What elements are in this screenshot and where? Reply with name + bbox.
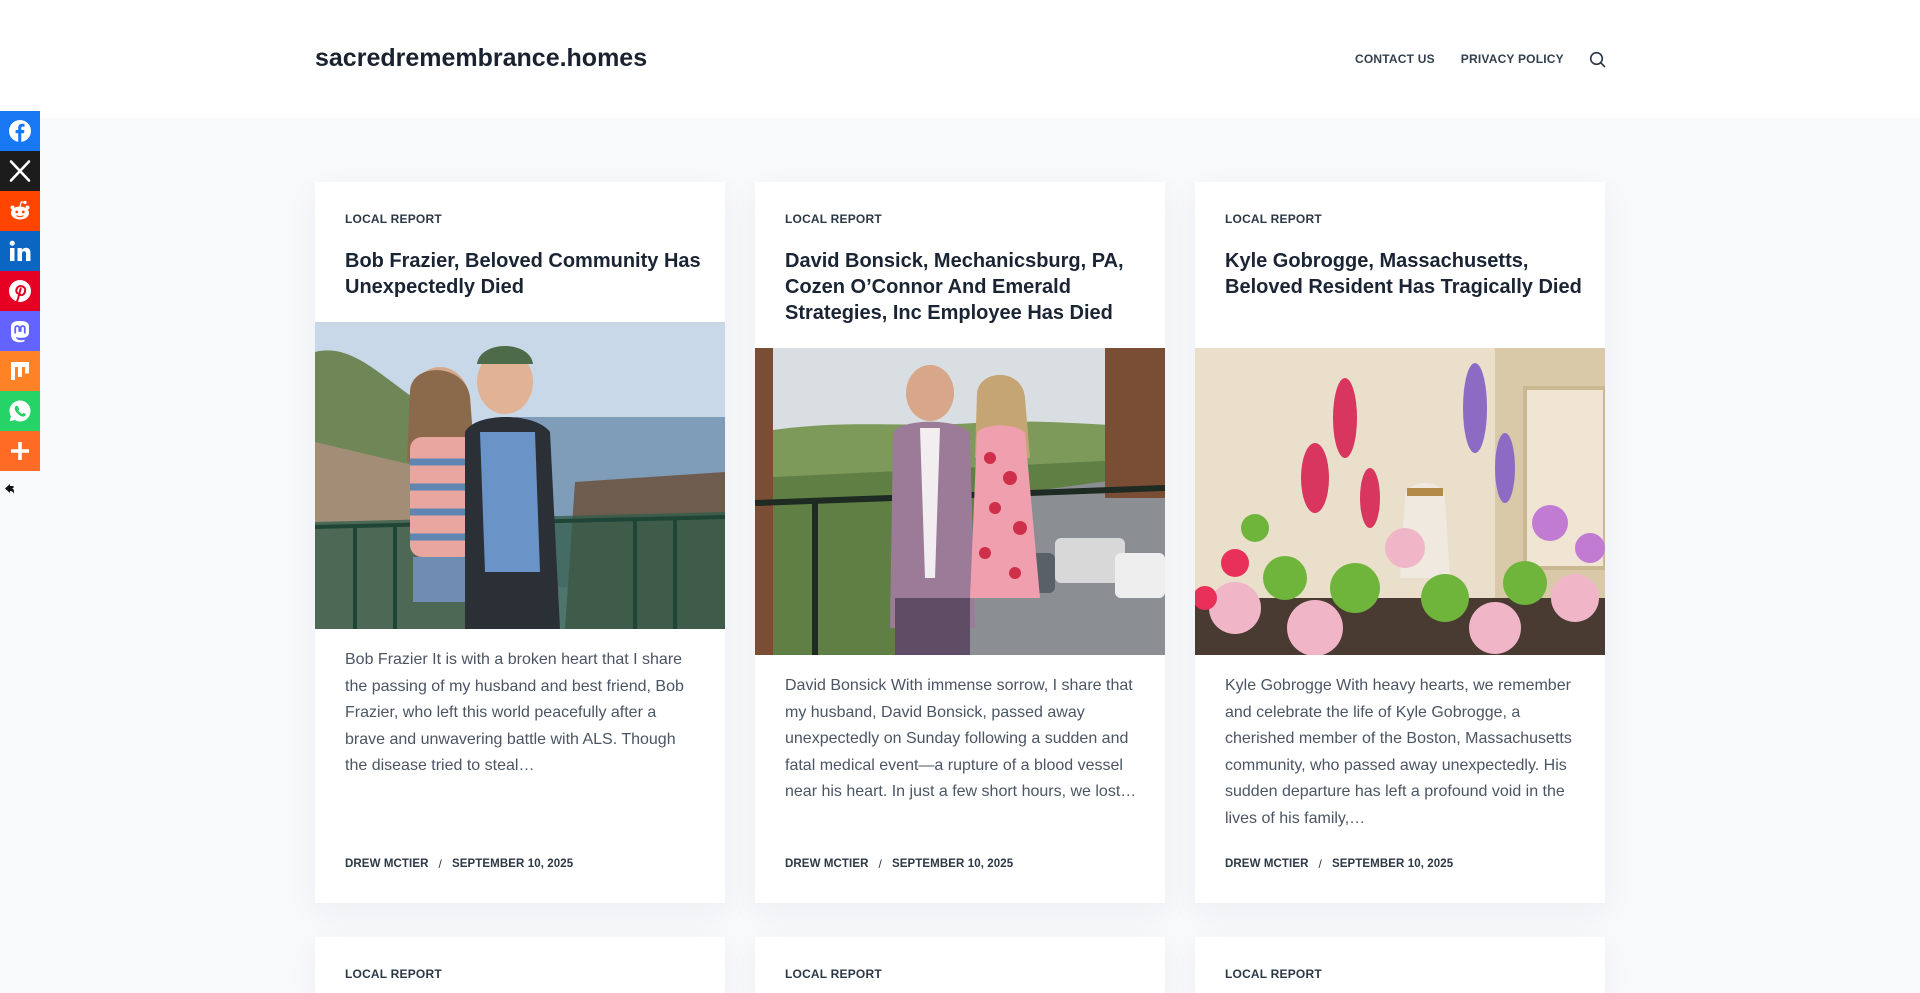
site-title[interactable]: sacredremembrance.homes <box>315 44 647 73</box>
post-title[interactable]: David Bonsick, Mechanicsburg, PA, Cozen … <box>785 248 1145 326</box>
post-meta: DREW MCTIER / SEPTEMBER 10, 2025 <box>345 857 573 871</box>
reddit-icon <box>10 200 30 220</box>
linkedin-icon <box>9 240 31 261</box>
post-title[interactable]: Kyle Gobrogge, Massachusetts, Beloved Re… <box>1225 248 1585 300</box>
whatsapp-icon <box>9 400 31 422</box>
post-author[interactable]: DREW MCTIER <box>785 858 869 870</box>
post-category[interactable]: LOCAL REPORT <box>1225 967 1322 981</box>
post-card: LOCAL REPORT Bob Frazier, Beloved Commun… <box>315 182 725 903</box>
pinterest-share-button[interactable] <box>0 271 40 311</box>
post-thumbnail[interactable] <box>1195 348 1605 655</box>
mastodon-icon <box>11 321 29 343</box>
post-meta: DREW MCTIER / SEPTEMBER 10, 2025 <box>1225 857 1453 871</box>
post-date: SEPTEMBER 10, 2025 <box>891 858 1014 870</box>
hide-share-bar-icon[interactable] <box>2 482 16 496</box>
plus-icon <box>11 442 29 460</box>
post-author[interactable]: DREW MCTIER <box>345 858 429 870</box>
post-thumbnail[interactable] <box>315 322 725 629</box>
post-card: LOCAL REPORT <box>1195 937 1605 993</box>
post-meta: DREW MCTIER / SEPTEMBER 10, 2025 <box>785 857 1013 871</box>
post-card: LOCAL REPORT David Bonsick, Mechanicsbur… <box>755 182 1165 903</box>
main-nav: CONTACT US PRIVACY POLICY <box>1355 52 1564 66</box>
post-excerpt: Kyle Gobrogge With heavy hearts, we reme… <box>1225 677 1572 827</box>
meta-separator: / <box>878 857 882 871</box>
post-card: LOCAL REPORT <box>315 937 725 993</box>
post-date: SEPTEMBER 10, 2025 <box>1331 858 1454 870</box>
post-card: LOCAL REPORT <box>755 937 1165 993</box>
reddit-share-button[interactable] <box>0 191 40 231</box>
post-category[interactable]: LOCAL REPORT <box>785 967 882 981</box>
facebook-icon <box>9 120 31 142</box>
linkedin-share-button[interactable] <box>0 231 40 271</box>
post-category[interactable]: LOCAL REPORT <box>345 967 442 981</box>
share-bar <box>0 111 40 471</box>
site-header: sacredremembrance.homes CONTACT US PRIVA… <box>0 0 1920 118</box>
post-thumbnail[interactable] <box>755 348 1165 655</box>
x-share-button[interactable] <box>0 151 40 191</box>
pinterest-icon <box>9 280 31 303</box>
whatsapp-share-button[interactable] <box>0 391 40 431</box>
post-excerpt: David Bonsick With immense sorrow, I sha… <box>785 677 1137 800</box>
post-category[interactable]: LOCAL REPORT <box>345 212 442 226</box>
meta-separator: / <box>438 857 442 871</box>
post-excerpt: Bob Frazier It is with a broken heart th… <box>345 651 684 774</box>
x-icon <box>9 160 31 182</box>
post-category[interactable]: LOCAL REPORT <box>785 212 882 226</box>
mastodon-share-button[interactable] <box>0 311 40 351</box>
mix-icon <box>11 362 29 380</box>
meta-separator: / <box>1318 857 1322 871</box>
post-title[interactable]: Bob Frazier, Beloved Community Has Unexp… <box>345 248 705 300</box>
post-author[interactable]: DREW MCTIER <box>1225 858 1309 870</box>
mix-share-button[interactable] <box>0 351 40 391</box>
post-category[interactable]: LOCAL REPORT <box>1225 212 1322 226</box>
post-date: SEPTEMBER 10, 2025 <box>451 858 574 870</box>
facebook-share-button[interactable] <box>0 111 40 151</box>
nav-privacy-policy[interactable]: PRIVACY POLICY <box>1461 52 1564 66</box>
nav-contact-us[interactable]: CONTACT US <box>1355 52 1435 66</box>
more-share-button[interactable] <box>0 431 40 471</box>
search-icon[interactable] <box>1589 51 1606 68</box>
post-card: LOCAL REPORT Kyle Gobrogge, Massachusett… <box>1195 182 1605 903</box>
